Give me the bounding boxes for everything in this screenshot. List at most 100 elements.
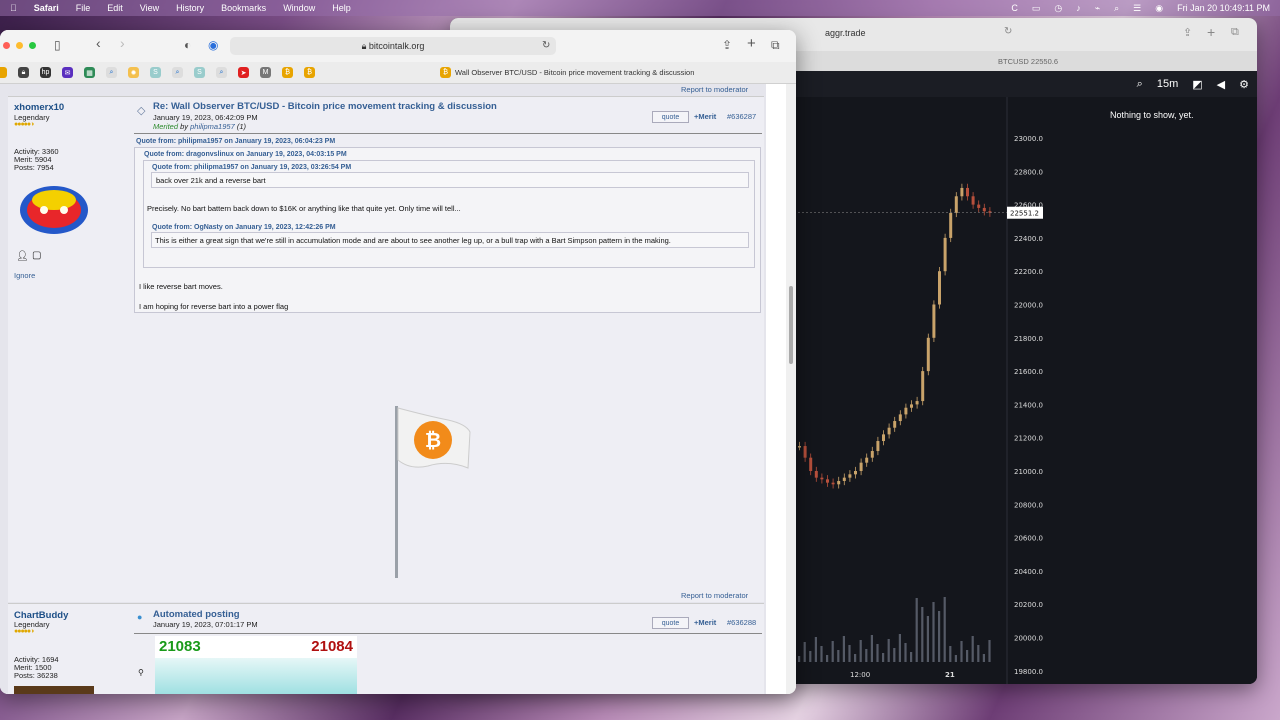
interval-selector[interactable]: 15m	[1157, 78, 1178, 90]
volume-bar	[870, 635, 873, 662]
volume-bar	[809, 651, 812, 662]
volume-icon[interactable]: ♪	[1076, 3, 1081, 13]
tabs-overview-icon[interactable]: ⧉	[771, 38, 780, 53]
candle-body	[876, 441, 880, 452]
forward-icon[interactable]: ›	[120, 35, 125, 51]
favorite-search-icon[interactable]: ⌕	[172, 67, 183, 78]
username[interactable]: xhomerx10	[14, 102, 64, 113]
new-tab-icon[interactable]: +	[1207, 24, 1215, 40]
menu-window[interactable]: Window	[283, 3, 315, 13]
search-icon[interactable]: ⌕	[1137, 78, 1143, 91]
menu-help[interactable]: Help	[332, 3, 351, 13]
merit-button[interactable]: +Merit	[694, 618, 716, 627]
favorite-icon[interactable]	[0, 67, 7, 78]
reload-icon[interactable]: ↻	[542, 40, 550, 51]
screen-icon[interactable]: ▭	[1032, 3, 1041, 14]
apple-icon[interactable]: 	[10, 3, 17, 13]
scrollbar[interactable]	[786, 84, 796, 694]
favorite-search-icon[interactable]: ⌕	[216, 67, 227, 78]
quote-button[interactable]: quote	[652, 617, 689, 629]
search-icon[interactable]: ⌕	[1114, 3, 1119, 14]
favorite-mail-icon[interactable]: ✉	[62, 67, 73, 78]
minimize-window-button[interactable]	[16, 42, 23, 49]
wifi-off-icon[interactable]: ⌁	[1095, 3, 1100, 14]
share-icon[interactable]: ⇪	[722, 38, 732, 52]
menu-bookmarks[interactable]: Bookmarks	[221, 3, 266, 13]
zoom-window-button[interactable]	[29, 42, 36, 49]
volume-bar	[921, 607, 924, 662]
favorite-arrow-icon[interactable]: ➤	[238, 67, 249, 78]
profile-icon[interactable]: 👤︎	[16, 251, 29, 262]
candle-body	[904, 407, 908, 415]
candle-body	[814, 471, 818, 478]
candle-body	[898, 414, 902, 422]
clock-icon[interactable]: ◷	[1054, 3, 1062, 14]
menu-app[interactable]: Safari	[34, 3, 59, 13]
favorite-s-icon[interactable]: S	[150, 67, 161, 78]
reload-icon[interactable]: ↻	[1004, 26, 1012, 37]
aggr-url[interactable]: aggr.trade	[825, 28, 866, 38]
safari-window: ▯ ‹ › ◐ ◉ 🔒︎ bitcointalk.org ↻ ⇪ + ⧉ 🔒︎ …	[0, 30, 796, 694]
menu-clock[interactable]: Fri Jan 20 10:49:11 PM	[1177, 3, 1270, 13]
quote-button[interactable]: quote	[652, 111, 689, 123]
favorite-sun-icon[interactable]: ✹	[128, 67, 139, 78]
message-id-link[interactable]: #636287	[727, 112, 756, 121]
draw-icon[interactable]: ◩	[1192, 78, 1202, 91]
volume-bar	[831, 641, 834, 662]
favorite-s-icon[interactable]: S	[194, 67, 205, 78]
favorite-hp-icon[interactable]: hp	[40, 67, 51, 78]
ignore-link[interactable]: Ignore	[14, 271, 35, 280]
post-title[interactable]: Automated posting	[153, 609, 240, 620]
volume-bar	[865, 649, 868, 662]
quote-header[interactable]: Quote from: dragonvslinux on January 19,…	[144, 151, 347, 158]
quote-header[interactable]: Quote from: OgNasty on January 19, 2023,…	[152, 224, 336, 231]
extension-icon[interactable]: ◉	[208, 38, 218, 52]
share-icon[interactable]: ⇪	[1183, 26, 1192, 39]
ask-price: 21084	[311, 638, 353, 655]
siri-icon[interactable]: ◉	[1155, 3, 1163, 14]
favorite-m-icon[interactable]: M	[260, 67, 271, 78]
profile-icon[interactable]: ⚲	[138, 668, 144, 677]
favorite-bitcoin-icon[interactable]: ₿	[282, 67, 293, 78]
control-center-icon[interactable]: ☰	[1133, 3, 1141, 14]
new-tab-icon[interactable]: +	[747, 35, 756, 52]
back-icon[interactable]: ‹	[96, 35, 101, 51]
rank-stars-icon: ●●●●●◑	[14, 121, 34, 128]
close-window-button[interactable]	[3, 42, 10, 49]
volume-bar	[949, 646, 952, 662]
cloud-icon[interactable]: C	[1011, 3, 1018, 13]
merited-count: (1)	[236, 122, 247, 131]
volume-bar	[798, 656, 801, 662]
menu-view[interactable]: View	[140, 3, 159, 13]
sound-icon[interactable]: ◀	[1217, 78, 1225, 91]
address-bar[interactable]: 🔒︎ bitcointalk.org	[230, 37, 556, 55]
aggr-tab[interactable]: BTCUSD 22550.6	[998, 57, 1058, 66]
menu-edit[interactable]: Edit	[107, 3, 123, 13]
shield-icon[interactable]: ◐	[184, 38, 191, 52]
favorite-search-icon[interactable]: ⌕	[106, 67, 117, 78]
message-id-link[interactable]: #636288	[727, 618, 756, 627]
volume-bar	[988, 640, 991, 662]
post-title[interactable]: Re: Wall Observer BTC/USD - Bitcoin pric…	[153, 101, 497, 112]
sidebar-icon[interactable]: ▯	[54, 38, 61, 52]
favorite-bitcoin-icon[interactable]: ₿	[304, 67, 315, 78]
report-link[interactable]: Report to moderator	[681, 85, 748, 94]
scrollbar-thumb[interactable]	[789, 286, 793, 364]
active-tab[interactable]: ₿ Wall Observer BTC/USD - Bitcoin price …	[440, 67, 694, 78]
merit-button[interactable]: +Merit	[694, 112, 716, 121]
svg-text:₿: ₿	[425, 428, 441, 452]
report-link[interactable]: Report to moderator	[681, 591, 748, 600]
favorite-lock-icon[interactable]: 🔒︎	[18, 67, 29, 78]
menu-history[interactable]: History	[176, 3, 204, 13]
quote-header[interactable]: Quote from: philipma1957 on January 19, …	[152, 164, 351, 171]
menu-file[interactable]: File	[76, 3, 91, 13]
candle-body	[837, 480, 841, 485]
tabs-icon[interactable]: ⧉	[1231, 26, 1239, 39]
candle-body	[932, 304, 936, 338]
favorite-grid-icon[interactable]: ▦	[84, 67, 95, 78]
merited-user[interactable]: philipma1957	[190, 122, 235, 131]
quote-header[interactable]: Quote from: philipma1957 on January 19, …	[136, 138, 335, 145]
candle-body	[977, 204, 981, 208]
settings-gear-icon[interactable]: ⚙	[1239, 78, 1249, 91]
message-icon[interactable]: ▢	[32, 250, 41, 261]
